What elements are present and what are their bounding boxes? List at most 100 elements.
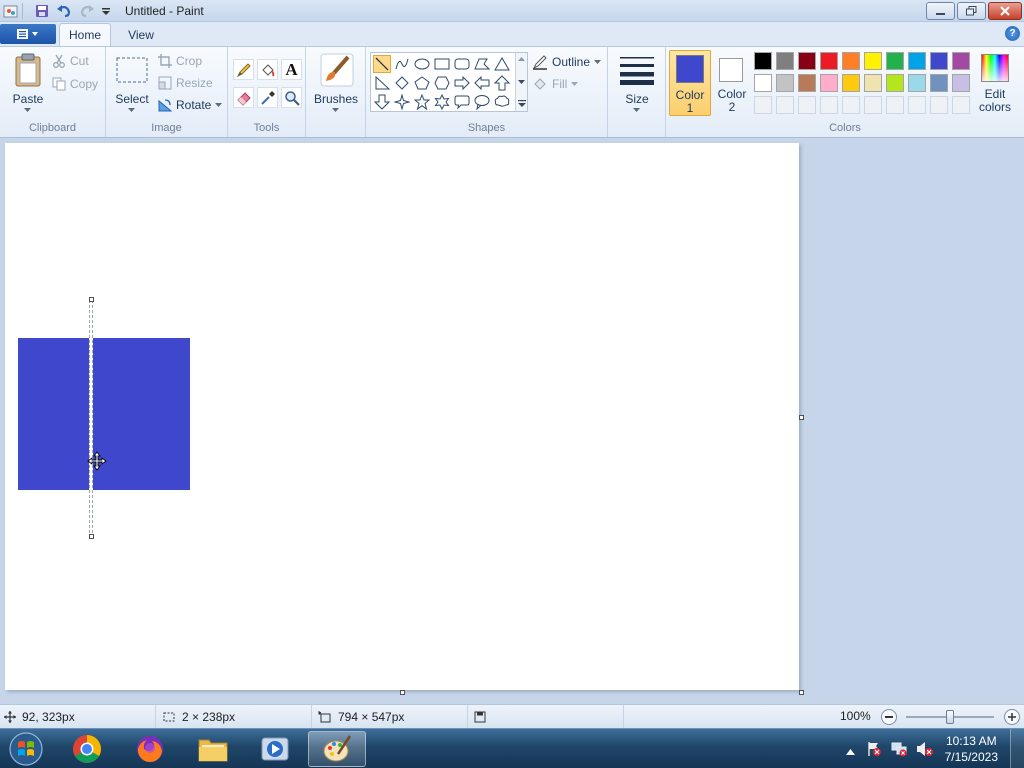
palette-swatch[interactable] [930,74,948,92]
palette-swatch[interactable] [776,74,794,92]
taskbar-media-player[interactable] [246,731,304,767]
cut-button[interactable]: Cut [52,54,89,68]
customize-qat-icon[interactable] [97,2,115,20]
selection-rectangle[interactable] [89,300,93,538]
palette-swatch[interactable] [952,52,970,70]
shape-rectangle[interactable] [433,55,451,73]
shape-triangle[interactable] [493,55,511,73]
minimize-button[interactable] [926,2,955,20]
color2-button[interactable]: Color 2 [712,50,752,116]
palette-swatch[interactable] [754,96,772,114]
palette-swatch[interactable] [798,96,816,114]
palette-swatch[interactable] [864,74,882,92]
close-button[interactable] [988,2,1022,20]
palette-swatch[interactable] [930,52,948,70]
palette-swatch[interactable] [930,96,948,114]
shape-pentagon[interactable] [413,74,431,92]
canvas-resize-handle-bottom[interactable] [400,690,405,695]
tab-view[interactable]: View [118,23,164,46]
show-desktop-button[interactable] [1010,729,1024,768]
shape-four-point-star[interactable] [393,93,411,111]
palette-swatch[interactable] [798,52,816,70]
palette-swatch[interactable] [952,96,970,114]
selection-handle-bottom[interactable] [89,534,94,539]
blue-rectangle-right[interactable] [93,338,190,490]
color-picker-tool[interactable] [257,87,278,108]
help-icon[interactable]: ? [1005,26,1020,41]
shape-right-triangle[interactable] [373,74,391,92]
redo-icon[interactable] [78,2,96,20]
text-tool[interactable]: A [281,59,302,80]
palette-swatch[interactable] [908,96,926,114]
copy-button[interactable]: Copy [52,77,98,91]
shape-right-arrow[interactable] [453,74,471,92]
palette-swatch[interactable] [842,52,860,70]
shape-left-arrow[interactable] [473,74,491,92]
shape-up-arrow[interactable] [493,74,511,92]
shape-rounded-callout[interactable] [453,93,471,111]
palette-swatch[interactable] [820,52,838,70]
crop-button[interactable]: Crop [158,54,202,68]
shape-diamond[interactable] [393,74,411,92]
undo-icon[interactable] [55,2,73,20]
taskbar-firefox[interactable] [121,731,179,767]
palette-swatch[interactable] [864,96,882,114]
fill-tool[interactable] [257,59,278,80]
show-hidden-icons[interactable] [846,744,855,758]
zoom-out-button[interactable] [881,709,897,725]
palette-swatch[interactable] [864,52,882,70]
zoom-in-button[interactable] [1004,709,1020,725]
paste-button[interactable]: Paste [8,51,48,112]
paint-app-icon[interactable] [2,2,20,20]
outline-button[interactable]: Outline [532,54,602,70]
pencil-tool[interactable] [233,59,254,80]
fill-button[interactable]: Fill [532,76,579,92]
shape-oval[interactable] [413,55,431,73]
size-button[interactable]: Size [614,51,660,117]
paint-menu-button[interactable] [0,24,56,44]
blue-rectangle-left[interactable] [18,338,89,490]
palette-swatch[interactable] [886,52,904,70]
palette-swatch[interactable] [842,74,860,92]
edit-colors-button[interactable]: Edit colors [973,50,1017,116]
brushes-button[interactable]: Brushes [312,51,360,115]
shape-line[interactable] [373,55,391,73]
clock[interactable]: 10:13 AM 7/15/2023 [945,733,998,765]
restore-button[interactable] [957,2,986,20]
magnifier-tool[interactable] [281,87,302,108]
palette-swatch[interactable] [776,52,794,70]
palette-swatch[interactable] [842,96,860,114]
shape-oval-callout[interactable] [473,93,491,111]
palette-swatch[interactable] [886,74,904,92]
shape-curve[interactable] [393,55,411,73]
canvas-resize-handle-right[interactable] [799,415,804,420]
palette-swatch[interactable] [820,74,838,92]
action-center-tray[interactable] [866,741,882,760]
rotate-button[interactable]: Rotate [158,98,223,112]
eraser-tool[interactable] [233,87,254,108]
volume-tray[interactable] [916,741,934,760]
zoom-slider-thumb[interactable] [946,710,954,724]
resize-button[interactable]: Resize [158,76,213,90]
taskbar-paint[interactable] [308,731,366,767]
shape-five-point-star[interactable] [413,93,431,111]
palette-swatch[interactable] [820,96,838,114]
network-tray[interactable] [891,741,907,760]
shape-polygon[interactable] [473,55,491,73]
taskbar-file-explorer[interactable] [184,731,242,767]
color1-button[interactable]: Color 1 [669,50,711,116]
save-icon[interactable] [33,2,51,20]
shape-cloud-callout[interactable] [493,93,511,111]
shapes-scrollbar[interactable] [515,53,527,111]
palette-swatch[interactable] [908,52,926,70]
palette-swatch[interactable] [952,74,970,92]
shape-six-point-star[interactable] [433,93,451,111]
palette-swatch[interactable] [754,52,772,70]
select-button[interactable]: Select [112,51,152,115]
palette-swatch[interactable] [754,74,772,92]
shape-down-arrow[interactable] [373,93,391,111]
canvas-resize-handle-corner[interactable] [799,690,804,695]
drawing-canvas[interactable] [5,143,799,690]
shape-hexagon[interactable] [433,74,451,92]
start-button[interactable] [4,731,48,767]
